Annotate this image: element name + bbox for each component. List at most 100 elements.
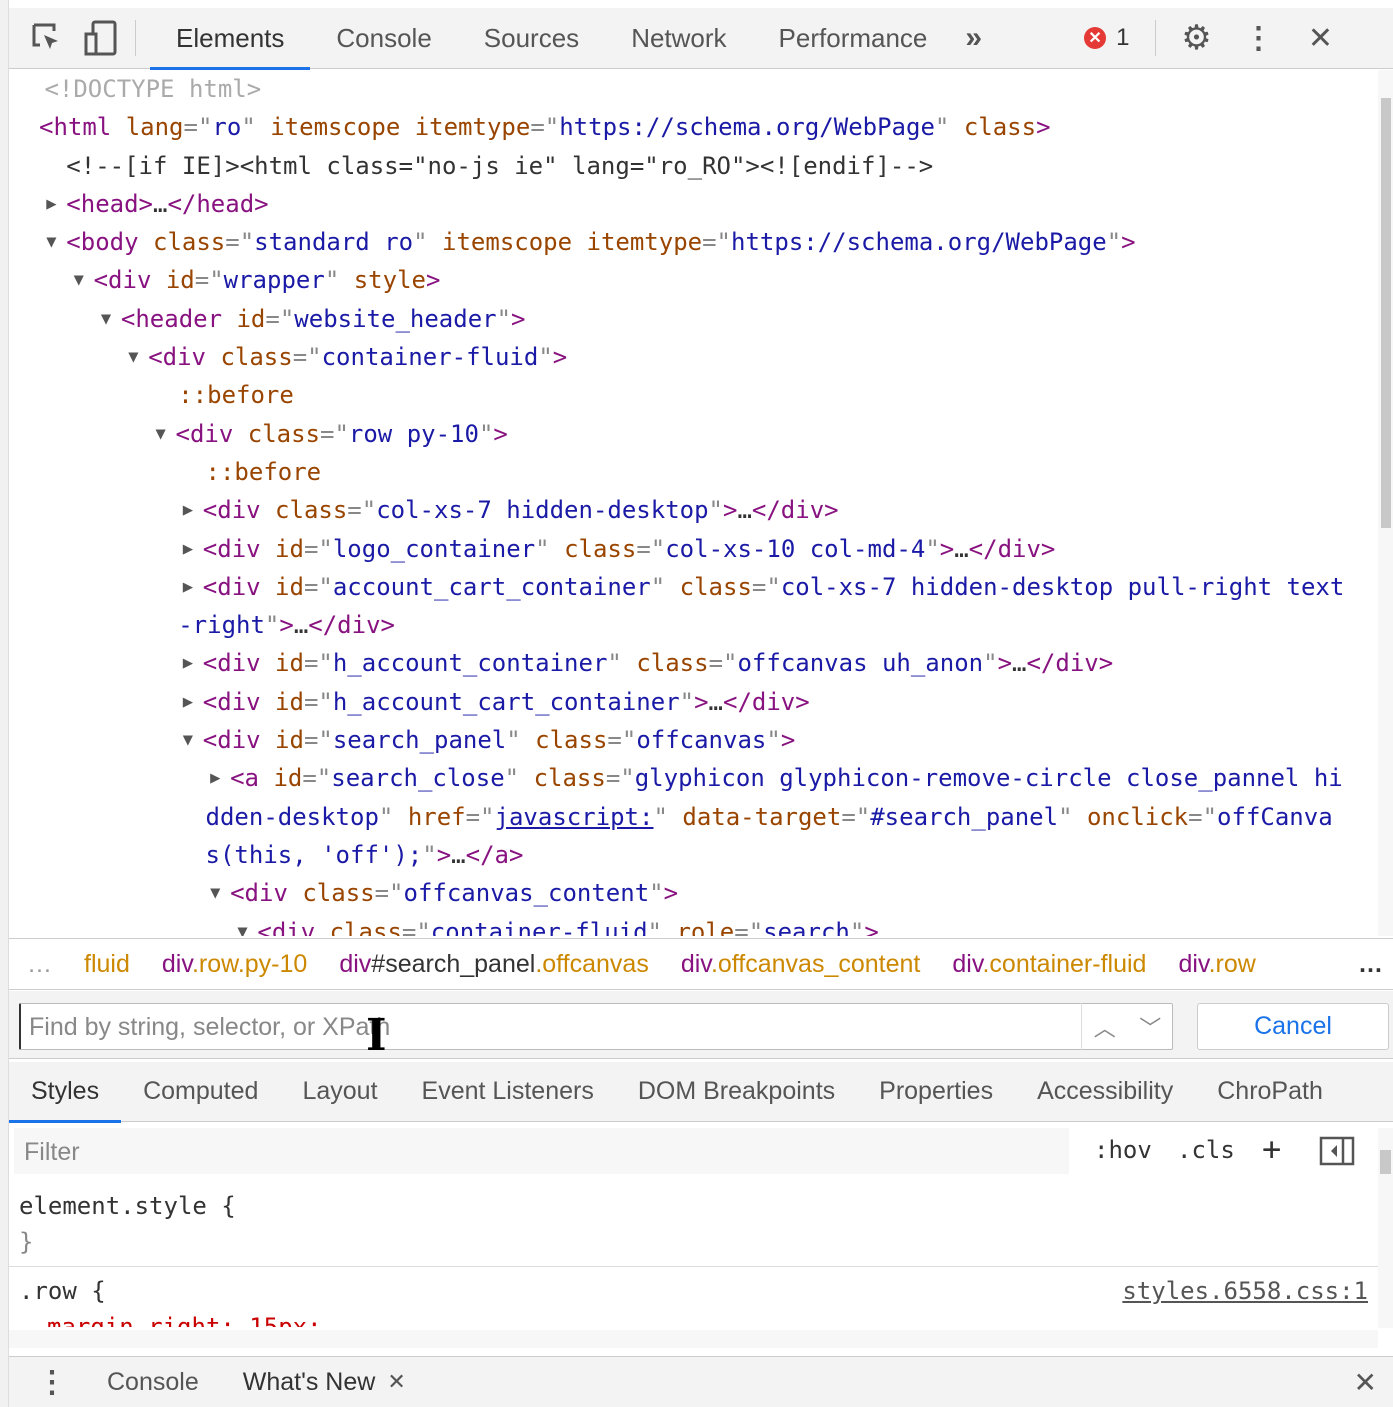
dom-node-line[interactable]: <!--[if IE]><html class="no-js ie" lang=…	[9, 147, 1378, 185]
dom-node-line[interactable]: ::before	[9, 376, 1378, 414]
horizontal-scrollbar[interactable]	[9, 1330, 1378, 1348]
device-toggle-icon[interactable]	[81, 18, 121, 58]
tab-chropath[interactable]: ChroPath	[1195, 1062, 1345, 1122]
expand-arrow-down-icon[interactable]: ▼	[46, 223, 56, 261]
dom-node-line[interactable]: ▼ <div class="offcanvas_content">	[9, 874, 1378, 912]
filter-input[interactable]: Filter	[14, 1128, 1069, 1174]
dom-node-line[interactable]: ::before	[9, 453, 1378, 491]
expand-arrow-right-icon[interactable]: ▶	[183, 568, 193, 606]
expand-arrow-right-icon[interactable]: ▶	[183, 683, 193, 721]
hov-button[interactable]: :hov	[1094, 1136, 1152, 1164]
styles-scrollbar[interactable]	[1378, 1128, 1393, 1328]
expand-arrow-right-icon[interactable]: ▶	[183, 491, 193, 529]
tab-console[interactable]: Console	[310, 8, 457, 69]
scrollbar-thumb[interactable]	[1380, 1150, 1391, 1174]
tab-sources[interactable]: Sources	[458, 8, 605, 69]
dom-tree[interactable]: <!DOCTYPE html> <html lang="ro" itemscope…	[9, 70, 1378, 936]
close-icon[interactable]: ✕	[1300, 18, 1340, 58]
chevron-up-icon[interactable]: ︿	[1094, 1011, 1116, 1043]
dom-node-line[interactable]: ▶ <div id="h_account_cart_container">…</d…	[9, 683, 1378, 721]
dom-node-line[interactable]: ▶ <div id="logo_container" class="col-xs-…	[9, 530, 1378, 568]
more-tabs-button[interactable]: »	[953, 8, 994, 69]
expand-arrow-down-icon[interactable]: ▼	[128, 338, 138, 376]
close-drawer-icon[interactable]: ✕	[1354, 1366, 1377, 1399]
attr-value-token: col-xs-7 hidden-desktop	[376, 496, 709, 525]
tab-computed[interactable]: Computed	[121, 1062, 280, 1122]
breadcrumb-item[interactable]: div.row.py-10	[162, 950, 307, 979]
tag-token: >	[723, 496, 738, 525]
element-style-selector[interactable]: element.style {	[19, 1188, 1368, 1224]
expand-arrow-right-icon[interactable]: ▶	[210, 759, 220, 797]
dom-node-line[interactable]: s(this, 'off');">…</a>	[9, 836, 1378, 874]
breadcrumb-more[interactable]: …	[1358, 950, 1383, 979]
dom-node-line[interactable]: ▶ <head>…</head>	[9, 185, 1378, 223]
gear-icon[interactable]: ⚙	[1176, 18, 1216, 58]
tab-network[interactable]: Network	[605, 8, 752, 69]
tab-event-listeners[interactable]: Event Listeners	[400, 1062, 616, 1122]
dom-node-line[interactable]: ▼ <div id="wrapper" style>	[9, 261, 1378, 299]
breadcrumb-item[interactable]: div.container-fluid	[952, 950, 1146, 979]
close-tab-icon[interactable]: ✕	[387, 1369, 405, 1395]
dom-node-line[interactable]: ▼ <div id="search_panel" class="offcanvas…	[9, 721, 1378, 759]
dom-node-line[interactable]: ▼ <header id="website_header">	[9, 300, 1378, 338]
expand-arrow-down-icon[interactable]: ▼	[101, 300, 111, 338]
cls-button[interactable]: .cls	[1177, 1136, 1235, 1164]
tab-styles[interactable]: Styles	[9, 1062, 122, 1123]
dom-node-line[interactable]: dden-desktop" href="javascript:" data-ta…	[9, 798, 1378, 836]
kebab-menu-icon[interactable]: ⋮	[1238, 18, 1278, 58]
tab-properties[interactable]: Properties	[857, 1062, 1015, 1122]
breadcrumb-item[interactable]: fluid	[84, 950, 130, 979]
error-counter[interactable]: ✕ 1	[1084, 24, 1129, 52]
drawer-bar: ⋮ Console What's New ✕ ✕	[9, 1356, 1393, 1407]
text-cursor-icon: I	[366, 1010, 387, 1061]
dom-node-line[interactable]: ▶ <div id="account_cart_container" class=…	[9, 568, 1378, 606]
dom-node-line[interactable]: ▶ <div id="h_account_container" class="of…	[9, 644, 1378, 682]
toggle-sidebar-icon[interactable]	[1319, 1136, 1355, 1172]
breadcrumb-ellipsis[interactable]: …	[27, 950, 52, 979]
attr-name-token: id	[275, 726, 304, 755]
dom-node-line[interactable]: <!DOCTYPE html>	[9, 70, 1378, 108]
tab-accessibility[interactable]: Accessibility	[1015, 1062, 1195, 1122]
row-rule[interactable]: .row { styles.6558.css:1 margin-right: 1…	[9, 1267, 1378, 1330]
dom-node-line[interactable]: ▶ <div class="col-xs-7 hidden-desktop">…<…	[9, 491, 1378, 529]
expand-arrow-right-icon[interactable]: ▶	[46, 185, 56, 223]
breadcrumb-item[interactable]: div.offcanvas_content	[681, 950, 921, 979]
tab-performance[interactable]: Performance	[753, 8, 954, 69]
drawer-tab-console[interactable]: Console	[107, 1368, 199, 1397]
dom-node-line[interactable]: ▼ <div class="container-fluid">	[9, 338, 1378, 376]
stylesheet-link[interactable]: styles.6558.css:1	[1122, 1273, 1368, 1309]
dom-node-line[interactable]: ▼ <div class="row py-10">	[9, 415, 1378, 453]
tab-elements[interactable]: Elements	[150, 8, 311, 70]
element-style-rule[interactable]: element.style { }	[9, 1182, 1378, 1267]
expand-arrow-down-icon[interactable]: ▼	[237, 913, 247, 936]
new-rule-button[interactable]: +	[1262, 1130, 1281, 1168]
drawer-tab-whats-new[interactable]: What's New	[243, 1368, 376, 1397]
tag-token: </div>	[751, 496, 839, 525]
search-input[interactable]: Find by string, selector, or XPath	[19, 1003, 1173, 1050]
scrollbar-thumb[interactable]	[1381, 98, 1391, 528]
dom-scrollbar[interactable]	[1378, 70, 1393, 936]
dom-node-line[interactable]: <html lang="ro" itemscope itemtype="http…	[9, 108, 1378, 146]
tab-dom-breakpoints[interactable]: DOM Breakpoints	[616, 1062, 857, 1122]
link-token[interactable]: javascript:	[495, 803, 654, 831]
tab-layout[interactable]: Layout	[280, 1062, 399, 1122]
inspect-icon[interactable]	[27, 18, 67, 58]
cancel-button[interactable]: Cancel	[1197, 1003, 1389, 1050]
breadcrumb-item[interactable]: div#search_panel.offcanvas	[339, 950, 649, 979]
chevron-down-icon[interactable]: ﹀	[1139, 1011, 1161, 1043]
dom-node-line[interactable]: ▶ <a id="search_close" class="glyphicon g…	[9, 759, 1378, 797]
dom-node-line[interactable]: -right">…</div>	[9, 606, 1378, 644]
expand-arrow-down-icon[interactable]: ▼	[74, 261, 84, 299]
breadcrumb-item[interactable]: div.row	[1178, 950, 1255, 979]
row-selector[interactable]: .row {	[19, 1277, 106, 1305]
dom-node-line[interactable]: ▼ <div class="container-fluid" role="sear…	[9, 913, 1378, 936]
expand-arrow-down-icon[interactable]: ▼	[156, 415, 166, 453]
dom-node-line[interactable]: ▼ <body class="standard ro" itemscope ite…	[9, 223, 1378, 261]
expand-arrow-down-icon[interactable]: ▼	[210, 874, 220, 912]
tag-token: <head>	[66, 189, 153, 218]
expand-arrow-down-icon[interactable]: ▼	[183, 721, 193, 759]
expand-arrow-right-icon[interactable]: ▶	[183, 530, 193, 568]
css-property[interactable]: margin-right: 15px;	[19, 1309, 1368, 1327]
expand-arrow-right-icon[interactable]: ▶	[183, 644, 193, 682]
drawer-menu-icon[interactable]: ⋮	[37, 1365, 67, 1400]
